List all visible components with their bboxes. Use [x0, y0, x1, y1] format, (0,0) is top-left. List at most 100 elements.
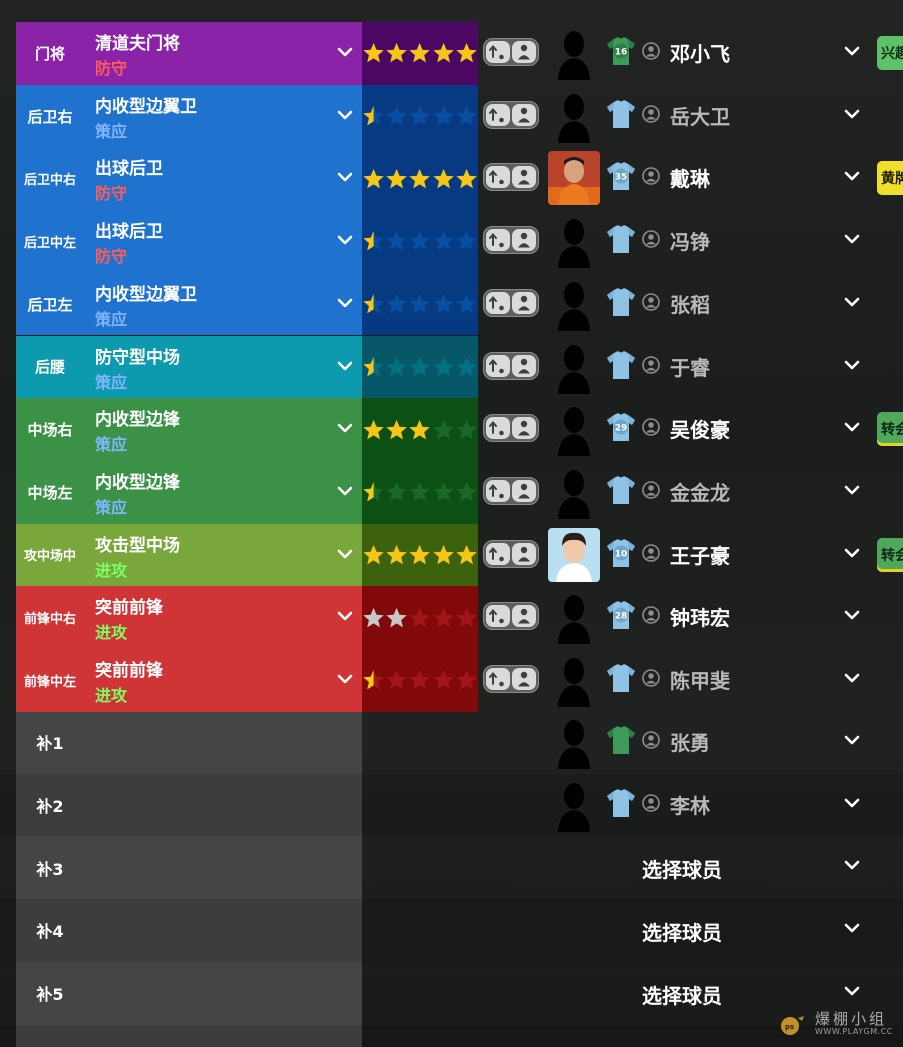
player-dropdown-chevron-icon[interactable] [843, 856, 861, 874]
role-name: 攻击型中场 [95, 535, 180, 556]
star-icon [386, 43, 408, 63]
player-dropdown-chevron-icon[interactable] [843, 167, 861, 185]
role-dropdown-chevron-icon[interactable] [336, 482, 354, 500]
player-dropdown-chevron-icon[interactable] [843, 606, 861, 624]
star-half-icon [363, 356, 384, 377]
swap-player-toggle[interactable] [483, 38, 539, 66]
lineup-row: 后卫中右 出球后卫 防守 35 戴琳 黄牌 [0, 147, 903, 211]
role-dropdown-chevron-icon[interactable] [336, 357, 354, 375]
svg-text:35: 35 [615, 173, 628, 183]
player-name[interactable]: 吴俊豪 [670, 414, 730, 443]
role-name: 突前前锋 [95, 598, 163, 619]
player-name[interactable]: 张稻 [670, 289, 710, 318]
player-name[interactable]: 陈甲斐 [670, 665, 730, 694]
select-player-dropdown[interactable]: 选择球员 [642, 854, 722, 883]
swap-player-toggle[interactable] [483, 351, 539, 380]
select-player-dropdown[interactable]: 选择球员 [642, 1043, 722, 1047]
role-dropdown-chevron-icon[interactable] [336, 168, 354, 186]
role-name: 突前前锋 [95, 661, 163, 681]
lineup-row: 攻中场中 攻击型中场 进攻 10 王子豪 转会 [0, 523, 903, 587]
star-icon [456, 544, 477, 565]
player-dropdown-chevron-icon[interactable] [843, 356, 861, 374]
player-name[interactable]: 冯铮 [670, 226, 710, 255]
star-empty-icon [386, 293, 408, 314]
player-status-tag[interactable]: 转会 [877, 537, 903, 572]
role-name: 内收型边翼卫 [95, 284, 197, 305]
star-empty-icon [456, 105, 477, 126]
player-dropdown-chevron-icon[interactable] [843, 794, 861, 812]
role-dropdown-chevron-icon[interactable] [336, 294, 354, 312]
player-dropdown-chevron-icon[interactable] [843, 293, 861, 311]
player-dropdown-chevron-icon[interactable] [843, 544, 861, 562]
player-dropdown-chevron-icon[interactable] [843, 105, 861, 123]
goalkeeper-shirt-icon: 16 [607, 37, 635, 65]
star-icon [363, 419, 384, 439]
player-dropdown-chevron-icon[interactable] [843, 731, 861, 749]
player-dropdown-chevron-icon[interactable] [843, 982, 861, 1000]
swap-player-toggle[interactable] [483, 163, 539, 192]
player-status-tag[interactable]: 黄牌 [877, 161, 903, 196]
player-dropdown-chevron-icon[interactable] [843, 481, 861, 499]
role-dropdown-chevron-icon[interactable] [336, 545, 354, 563]
player-name[interactable]: 于睿 [670, 352, 710, 381]
svg-text:29: 29 [615, 423, 628, 433]
player-name[interactable]: 李林 [670, 790, 710, 819]
player-status-tag[interactable]: 兴趣 [877, 36, 903, 70]
star-icon [363, 168, 384, 189]
sub-row: 补5 选择球员 [0, 962, 903, 1025]
swap-player-toggle[interactable] [483, 665, 539, 693]
role-suitability-stars [362, 336, 478, 399]
player-name[interactable]: 戴琳 [670, 163, 710, 192]
person-icon [642, 42, 660, 60]
role-suitability-stars [362, 210, 478, 273]
select-player-dropdown[interactable]: 选择球员 [642, 917, 722, 946]
player-name[interactable]: 张勇 [670, 727, 710, 756]
player-name[interactable]: 钟玮宏 [670, 602, 730, 631]
player-dropdown-chevron-icon[interactable] [843, 230, 861, 248]
person-icon [642, 104, 660, 123]
swap-player-toggle[interactable] [483, 288, 539, 317]
sub-slot-label: 补3 [36, 859, 64, 879]
position-label: 后卫中左 [23, 235, 76, 251]
player-silhouette-icon [558, 344, 590, 394]
player-dropdown-chevron-icon[interactable] [843, 919, 861, 937]
position-label: 前锋中右 [23, 612, 76, 628]
player-dropdown-chevron-icon[interactable] [843, 418, 861, 436]
player-name[interactable]: 岳大卫 [670, 101, 730, 130]
swap-player-toggle[interactable] [483, 602, 539, 631]
swap-player-toggle[interactable] [483, 100, 539, 129]
player-shirt-icon [607, 99, 635, 128]
sub-slot-label: 补4 [36, 922, 64, 942]
player-shirt-icon [607, 475, 635, 504]
person-icon [642, 543, 660, 562]
role-dropdown-chevron-icon[interactable] [336, 419, 354, 437]
swap-player-toggle[interactable] [483, 539, 539, 568]
position-label: 后卫左 [27, 295, 73, 314]
select-player-dropdown[interactable]: 选择球员 [642, 980, 722, 1009]
player-shirt-icon: 35 [607, 162, 635, 191]
swap-player-toggle[interactable] [483, 226, 539, 255]
player-silhouette-icon [558, 469, 590, 519]
lineup-row: 后卫中左 出球后卫 防守 冯铮 [0, 210, 903, 273]
role-dropdown-chevron-icon[interactable] [336, 43, 354, 61]
player-name[interactable]: 王子豪 [670, 540, 730, 569]
role-dropdown-chevron-icon[interactable] [336, 607, 354, 625]
role-dropdown-chevron-icon[interactable] [336, 231, 354, 249]
player-dropdown-chevron-icon[interactable] [843, 669, 861, 687]
role-dropdown-chevron-icon[interactable] [336, 106, 354, 124]
role-suitability-stars [362, 273, 478, 336]
role-suitability-stars [362, 85, 478, 148]
swap-player-toggle[interactable] [483, 414, 539, 443]
role-name: 出球后卫 [95, 222, 163, 243]
player-name[interactable]: 邓小飞 [670, 38, 730, 67]
player-dropdown-chevron-icon[interactable] [843, 42, 861, 60]
goalkeeper-shirt-icon [607, 726, 635, 754]
star-empty-icon [432, 231, 454, 251]
role-dropdown-chevron-icon[interactable] [336, 670, 354, 688]
person-icon [642, 481, 660, 499]
duty-label: 进攻 [95, 623, 128, 643]
player-status-tag[interactable]: 转会 [877, 412, 903, 447]
player-name[interactable]: 金金龙 [670, 477, 730, 506]
swap-player-toggle[interactable] [483, 476, 539, 505]
svg-text:28: 28 [615, 612, 628, 622]
